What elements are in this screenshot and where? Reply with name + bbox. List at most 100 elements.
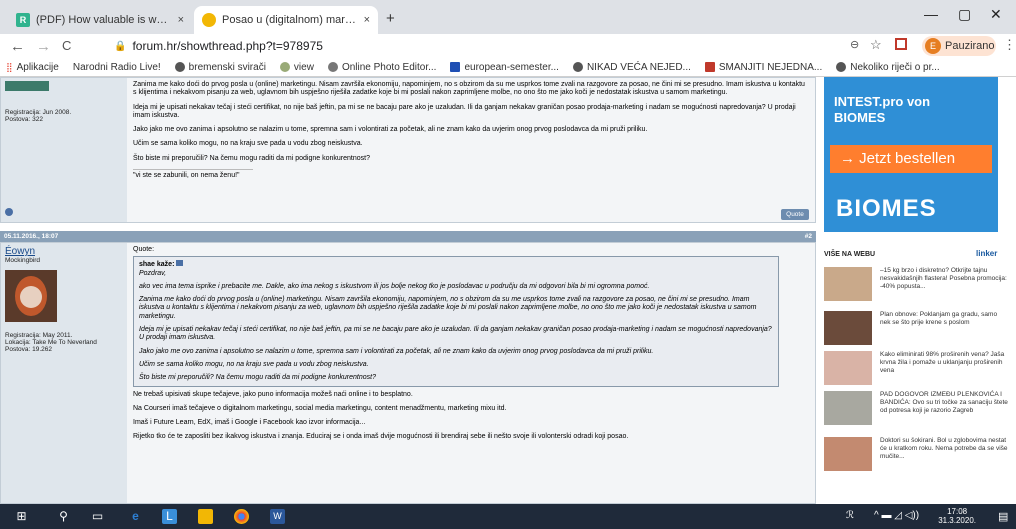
post-paragraph: Jako jako me ovo zanima i apsolutno se n… (133, 126, 648, 134)
ad-item[interactable]: Doktori su šokirani. Bol u zglobovima ne… (824, 437, 1008, 477)
post-paragraph: Učim se sama koliko mogu, no na kraju sv… (133, 140, 363, 148)
ad-thumbnail (824, 267, 872, 301)
bookmark[interactable]: Narodni Radio Live! (73, 62, 161, 73)
windows-taskbar: ⊞ ⚲ ▭ e L W ℛ ^ ▬ ◿ ◁)) 17:08 31.3.2020.… (0, 504, 1016, 529)
user-rank: Mockingbird (5, 257, 41, 264)
clock[interactable]: 17:08 31.3.2020. (938, 507, 976, 525)
ad-banner[interactable]: INTEST.pro von BIOMES → Jetzt bestellen B… (824, 77, 998, 232)
chrome-icon[interactable] (234, 509, 249, 524)
profile-button[interactable]: E Pauzirano (922, 36, 996, 56)
back-button[interactable]: ← (10, 38, 25, 55)
reload-button[interactable]: C (62, 38, 71, 53)
tab-forum[interactable]: Posao u (digitalnom) marketingu × (194, 6, 378, 34)
post-count: Postova: 322 (5, 116, 43, 123)
lock-icon: 🔒 (114, 40, 127, 52)
ad-item[interactable]: Kako eliminirati 98% proširenih vena? Ja… (824, 351, 1008, 391)
quote-author-name: shae kaže: (139, 261, 175, 269)
search-icon[interactable]: ⚲ (56, 509, 71, 524)
clock-date: 31.3.2020. (938, 516, 976, 525)
extension-icon[interactable] (895, 38, 907, 50)
ad-text: Plan obnove: Poklanjam ga gradu, samo ne… (880, 311, 998, 326)
ad-text: –15 kg brzo i diskretno? Otkrijte tajnu … (880, 267, 1007, 290)
app-l-icon[interactable]: L (162, 509, 177, 524)
status-icon (5, 208, 13, 216)
linker-logo[interactable]: linker (976, 249, 997, 258)
clock-time: 17:08 (947, 507, 968, 516)
signature-divider (133, 169, 253, 171)
post-body: Zanima me kako doći do prvog posla u (on… (127, 78, 815, 222)
quote-author: shae kaže: (139, 260, 773, 269)
quote-paragraph: Zanima me kako doći do prvog posla u (on… (139, 296, 757, 320)
ad-item[interactable]: Plan obnove: Poklanjam ga gradu, samo ne… (824, 311, 1008, 351)
username[interactable]: Éowyn (5, 246, 123, 257)
post-1: Registracija: Jun 2008. Postova: 322 Zan… (0, 77, 816, 223)
post-paragraph: Ne trebaš upisivati skupe tečajeve, jako… (133, 390, 413, 398)
bookmark[interactable]: european-semester... (450, 62, 559, 73)
bookmark-label: Aplikacije (16, 61, 59, 73)
bookmark-label: SMANJITI NEJEDNA... (718, 61, 823, 73)
site-icon (279, 62, 290, 72)
avatar-face (20, 286, 42, 308)
globe-icon (836, 62, 847, 72)
ad-text: PAD DOGOVOR IZMEĐU PLENKOVIĆA I BANDIĆA:… (880, 391, 1008, 414)
close-tab-icon[interactable]: × (364, 14, 370, 26)
star-icon[interactable]: ☆ (870, 37, 882, 53)
tray-icons[interactable]: ^ ▬ ◿ ◁)) (874, 510, 919, 521)
notifications-icon[interactable]: ▤ (998, 510, 1008, 523)
tab-strip: R (PDF) How valuable is word of m × Posa… (0, 0, 1016, 34)
edge-icon[interactable]: e (128, 509, 143, 524)
page-content: Registracija: Jun 2008. Postova: 322 Zan… (0, 77, 1016, 504)
quote-button[interactable]: Quote (781, 209, 809, 220)
menu-icon[interactable]: ⋮ (1003, 37, 1016, 53)
tab-title: Posao u (digitalnom) marketingu (222, 14, 358, 26)
ad-item[interactable]: PAD DOGOVOR IZMEĐU PLENKOVIĆA I BANDIĆA:… (824, 391, 1008, 435)
view-post-icon[interactable] (176, 260, 184, 267)
ad-item[interactable]: –15 kg brzo i diskretno? Otkrijte tajnu … (824, 267, 1008, 307)
post-count: Postova: 19.262 (5, 346, 52, 353)
tab-researchgate[interactable]: R (PDF) How valuable is word of m × (8, 6, 192, 34)
bookmarks-bar: ⣿ Aplikacije Narodni Radio Live! bremensk… (0, 58, 1016, 77)
bookmark[interactable]: Nekoliko riječi o pr... (836, 61, 940, 73)
close-tab-icon[interactable]: × (178, 14, 184, 26)
word-icon[interactable]: W (270, 509, 285, 524)
quote-paragraph: Ideja mi je upisati nekakav tečaj i steć… (139, 326, 772, 342)
file-explorer-icon[interactable] (198, 509, 213, 524)
new-tab-button[interactable]: + (386, 10, 395, 27)
bookmark-apps[interactable]: ⣿ Aplikacije (6, 62, 59, 73)
url-bar[interactable]: 🔒 forum.hr/showthread.php?t=978975 (104, 36, 744, 56)
apps-icon: ⣿ (6, 61, 13, 72)
photo-editor-icon (327, 62, 338, 72)
banner-title: INTEST.pro von BIOMES (834, 94, 930, 126)
task-view-icon[interactable]: ▭ (90, 509, 105, 524)
eu-icon (450, 62, 461, 72)
start-icon[interactable]: ⊞ (14, 509, 29, 524)
zoom-icon[interactable]: ⊖ (850, 38, 859, 51)
signature: "vi ste se zabunili, on nema ženu!" (133, 172, 240, 180)
quote-paragraph: ako vec ima tema isprike i prebacite me.… (139, 282, 650, 290)
minimize-button[interactable]: — (924, 6, 938, 22)
banner-cta-button[interactable]: → Jetzt bestellen (830, 145, 992, 173)
bookmark[interactable]: NIKAD VEĆA NEJED... (572, 62, 691, 73)
ad-text: Doktori su šokirani. Bol u zglobovima ne… (880, 437, 1008, 460)
section-title: VIŠE NA WEBU (824, 251, 876, 258)
post-date: 05.11.2016., 18:07 (4, 233, 59, 240)
bookmark-label: Narodni Radio Live! (72, 61, 161, 73)
maximize-button[interactable]: ▢ (958, 6, 971, 23)
bookmark-label: Nekoliko riječi o pr... (850, 61, 940, 73)
post-paragraph: Imaš i Future Learn, EdX, imaš i Google … (133, 419, 366, 427)
ad-thumbnail (824, 311, 872, 345)
bookmark[interactable]: Online Photo Editor... (327, 62, 436, 73)
banner-title-line2: BIOMES (834, 110, 886, 125)
post-number[interactable]: #2 (805, 231, 812, 242)
avatar: E (925, 38, 941, 54)
ad-sidebar: INTEST.pro von BIOMES → Jetzt bestellen B… (816, 77, 1016, 504)
quote-box: shae kaže: Pozdrav, ako vec ima tema isp… (133, 256, 779, 387)
bookmark-label: european-semester... (464, 61, 559, 73)
post-paragraph: Ideja mi je upisati nekakav tečaj i steć… (133, 103, 796, 119)
bookmark[interactable]: SMANJITI NEJEDNA... (704, 61, 823, 73)
forward-button[interactable]: → (36, 38, 51, 55)
people-icon[interactable]: ℛ (846, 510, 854, 521)
bookmark[interactable]: view (279, 62, 314, 73)
bookmark[interactable]: bremenski svirači (174, 62, 266, 73)
close-window-button[interactable]: ✕ (990, 6, 1002, 23)
